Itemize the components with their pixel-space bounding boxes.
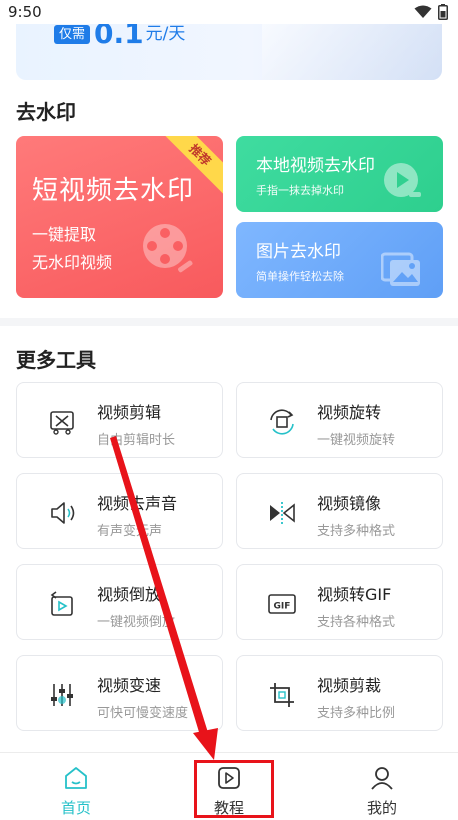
speed-icon — [51, 684, 73, 706]
banner-price: 0.1 — [94, 24, 144, 50]
short-video-watermark-card[interactable]: 推荐 短视频去水印 一键提取 无水印视频 — [16, 136, 223, 298]
tool-name: 视频转GIF — [317, 585, 392, 604]
card-title: 图片去水印 — [256, 242, 341, 262]
status-bar: 9:50 — [0, 0, 458, 24]
vip-banner[interactable]: 仅需 0.1 元/天 — [16, 24, 442, 80]
tool-desc: 支持多种比例 — [317, 706, 396, 721]
tool-video-gif[interactable]: GIF 视频转GIF 支持各种格式 — [236, 564, 443, 640]
card-title: 本地视频去水印 — [256, 156, 375, 176]
video-cut-icon — [50, 411, 74, 435]
banner-unit: 元/天 — [145, 24, 186, 44]
tool-name: 视频变速 — [97, 676, 162, 695]
card-subtitle: 手指一抹去掉水印 — [256, 184, 344, 197]
tool-name: 视频旋转 — [317, 403, 382, 422]
status-time: 9:50 — [8, 3, 42, 21]
film-reel-icon — [143, 224, 193, 273]
section-title-watermark: 去水印 — [16, 100, 76, 124]
tab-home[interactable]: 首页 — [0, 753, 152, 820]
gif-icon: GIF — [268, 594, 296, 614]
crop-icon — [270, 683, 294, 707]
card-subtitle: 无水印视频 — [32, 253, 113, 272]
image-icon — [381, 252, 420, 286]
tool-desc: 可快可慢变速度 — [97, 706, 189, 721]
svg-text:GIF: GIF — [274, 602, 291, 612]
tool-name: 视频镜像 — [317, 494, 382, 513]
battery-icon — [438, 4, 448, 20]
mute-icon — [51, 502, 75, 524]
tool-video-mirror[interactable]: 视频镜像 支持多种格式 — [236, 473, 443, 549]
tab-label: 首页 — [60, 799, 91, 817]
wifi-icon — [414, 5, 432, 18]
tool-video-rotate[interactable]: 视频旋转 一键视频旋转 — [236, 382, 443, 458]
reverse-icon — [50, 591, 73, 616]
rotate-icon — [270, 409, 294, 435]
image-watermark-card[interactable]: 图片去水印 简单操作轻松去除 — [236, 222, 443, 298]
home-icon — [65, 767, 87, 789]
user-icon — [371, 767, 393, 790]
card-subtitle: 简单操作轻松去除 — [256, 270, 344, 283]
mirror-icon — [270, 502, 295, 524]
banner-tag: 仅需 — [54, 25, 91, 44]
tool-desc: 支持各种格式 — [317, 615, 396, 630]
local-video-watermark-card[interactable]: 本地视频去水印 手指一抹去掉水印 — [236, 136, 443, 212]
tool-desc: 支持多种格式 — [317, 524, 396, 539]
tool-desc: 一键视频旋转 — [317, 433, 396, 448]
tab-mine[interactable]: 我的 — [306, 753, 458, 820]
tool-video-reverse[interactable]: 视频倒放 一键视频倒放 — [16, 564, 223, 640]
tool-name: 视频倒放 — [97, 585, 162, 604]
tool-video-crop[interactable]: 视频剪裁 支持多种比例 — [236, 655, 443, 731]
tool-desc: 一键视频倒放 — [97, 615, 176, 630]
section-divider — [0, 318, 458, 326]
tool-video-speed[interactable]: 视频变速 可快可慢变速度 — [16, 655, 223, 731]
annotation-highlight-box — [194, 760, 274, 818]
tab-label: 我的 — [366, 799, 397, 817]
tool-name: 视频剪辑 — [97, 403, 162, 422]
tool-name: 视频去声音 — [97, 494, 178, 513]
tool-video-mute[interactable]: 视频去声音 有声变无声 — [16, 473, 223, 549]
card-subtitle: 一键提取 — [32, 225, 97, 244]
tool-desc: 自由剪辑时长 — [97, 433, 176, 448]
tool-video-cut[interactable]: 视频剪辑 自由剪辑时长 — [16, 382, 223, 458]
tool-desc: 有声变无声 — [97, 524, 163, 539]
play-circle-icon — [384, 163, 421, 197]
section-title-tools: 更多工具 — [16, 348, 96, 372]
card-title: 短视频去水印 — [32, 176, 195, 206]
tool-name: 视频剪裁 — [317, 676, 382, 695]
